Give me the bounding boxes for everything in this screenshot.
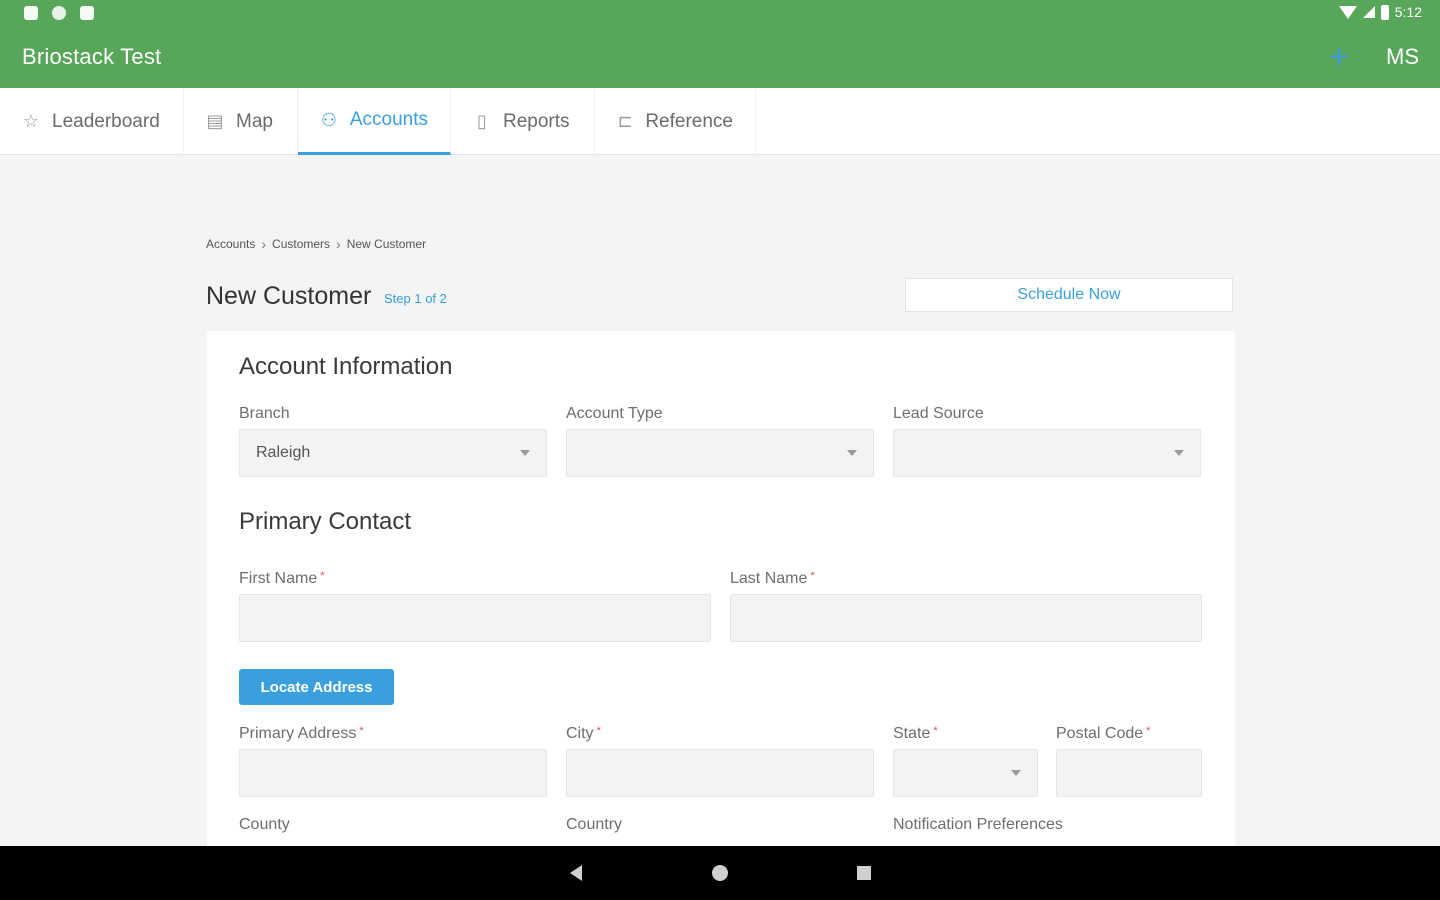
system-nav-bar: [0, 846, 1440, 900]
breadcrumb-accounts[interactable]: Accounts: [206, 237, 255, 251]
tab-label: Map: [236, 110, 273, 132]
tab-label: Leaderboard: [52, 110, 160, 132]
required-marker: *: [933, 725, 938, 737]
back-icon[interactable]: [570, 865, 582, 881]
accounts-icon: ⚇: [320, 109, 337, 130]
page-title: New Customer: [206, 282, 372, 310]
branch-label: Branch: [239, 405, 290, 422]
chevron-down-icon: [847, 450, 857, 456]
chevron-right-icon: ›: [261, 236, 267, 252]
country-label: Country: [566, 816, 623, 833]
last-name-input[interactable]: [730, 594, 1202, 642]
required-marker: *: [596, 725, 601, 737]
city-label-text: City: [566, 725, 594, 742]
app-title: Briostack Test: [22, 44, 162, 69]
notification-icon: [24, 6, 38, 20]
schedule-now-button[interactable]: Schedule Now: [905, 278, 1233, 312]
recent-apps-icon[interactable]: [857, 866, 871, 880]
chevron-right-icon: ›: [336, 236, 341, 252]
breadcrumb-current: New Customer: [346, 237, 427, 251]
tab-label: Reference: [645, 110, 733, 132]
add-button[interactable]: +: [1322, 40, 1356, 74]
sync-icon: [52, 6, 66, 20]
app-bar: 5:12 Briostack Test + MS: [0, 0, 1440, 88]
section-title-primary-contact: Primary Contact: [239, 508, 412, 535]
step-indicator: Step 1 of 2: [384, 291, 447, 306]
tab-reference[interactable]: ⊏ Reference: [595, 88, 756, 155]
battery-icon: [1380, 4, 1389, 20]
required-marker: *: [1146, 725, 1151, 737]
postal-code-label-text: Postal Code: [1056, 725, 1144, 742]
tab-leaderboard[interactable]: ☆ Leaderboard: [0, 88, 184, 155]
state-label-text: State: [893, 725, 931, 742]
signal-icon: [1362, 6, 1375, 18]
tab-label: Accounts: [349, 109, 428, 130]
account-type-select[interactable]: [566, 429, 874, 477]
required-marker: *: [359, 725, 364, 737]
first-name-label-text: First Name: [239, 570, 318, 587]
chevron-down-icon: [1011, 770, 1021, 776]
last-name-label-text: Last Name: [730, 570, 808, 587]
user-menu-button[interactable]: MS: [1386, 44, 1419, 70]
primary-address-input[interactable]: [239, 749, 547, 797]
reports-icon: ▯: [477, 111, 487, 131]
chevron-down-icon: [520, 450, 530, 456]
lead-source-label: Lead Source: [893, 405, 984, 422]
state-label: State *: [893, 725, 938, 743]
status-time: 5:12: [1394, 4, 1422, 20]
city-input[interactable]: [566, 749, 874, 797]
status-icons-left: [24, 6, 94, 20]
required-marker: *: [320, 570, 325, 582]
chevron-down-icon: [1174, 450, 1184, 456]
wifi-icon: [1338, 5, 1357, 19]
required-marker: *: [810, 570, 815, 582]
branch-select[interactable]: Raleigh: [239, 429, 547, 477]
account-type-label: Account Type: [566, 405, 663, 422]
postal-code-label: Postal Code *: [1056, 725, 1150, 743]
status-icons-right: 5:12: [1338, 4, 1422, 20]
breadcrumb-customers[interactable]: Customers: [272, 237, 330, 251]
county-label: County: [239, 816, 290, 833]
notification-preferences-label: Notification Preferences: [893, 816, 1063, 833]
tab-accounts[interactable]: ⚇ Accounts: [298, 88, 451, 155]
tab-reports[interactable]: ▯ Reports: [451, 88, 595, 155]
home-icon[interactable]: [712, 865, 728, 881]
tab-label: Reports: [503, 110, 570, 132]
primary-address-label: Primary Address *: [239, 725, 364, 743]
first-name-label: First Name *: [239, 570, 325, 588]
last-name-label: Last Name *: [730, 570, 815, 588]
city-label: City *: [566, 725, 601, 743]
primary-address-label-text: Primary Address: [239, 725, 357, 742]
sd-card-icon: [80, 6, 94, 20]
customer-form-card: Account Information Branch Raleigh Accou…: [207, 331, 1235, 851]
first-name-input[interactable]: [239, 594, 711, 642]
star-icon: ☆: [22, 111, 40, 131]
tab-bar: ☆ Leaderboard ▤ Map ⚇ Accounts ▯ Reports…: [0, 88, 1440, 155]
breadcrumb: Accounts › Customers › New Customer: [206, 236, 426, 252]
folder-icon: ⊏: [617, 111, 633, 131]
locate-address-button[interactable]: Locate Address: [239, 669, 394, 705]
tab-map[interactable]: ▤ Map: [184, 88, 298, 155]
state-select[interactable]: [893, 749, 1038, 797]
postal-code-input[interactable]: [1056, 749, 1202, 797]
map-icon: ▤: [206, 111, 224, 131]
section-title-account-information: Account Information: [239, 353, 453, 380]
lead-source-select[interactable]: [893, 429, 1201, 477]
branch-value: Raleigh: [256, 444, 311, 461]
